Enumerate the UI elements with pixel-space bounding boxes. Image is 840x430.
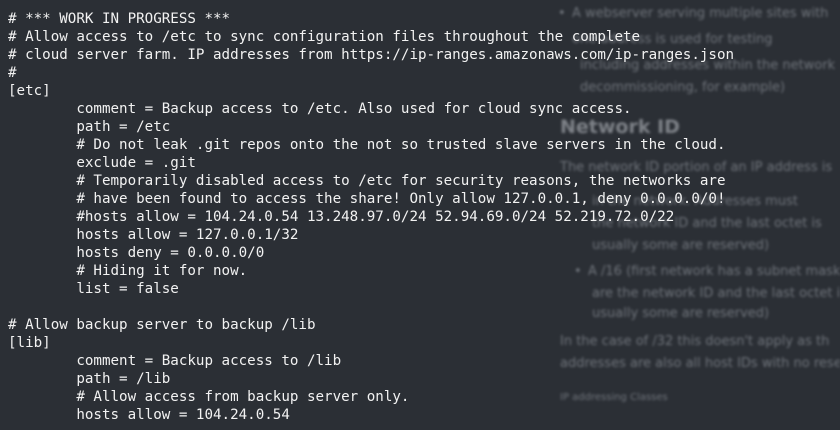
terminal-line: # Allow access from backup server only. — [8, 389, 410, 405]
terminal-line: exclude = .git — [8, 155, 196, 171]
terminal-line: [etc] — [8, 83, 51, 99]
terminal-line: comment = Backup access to /lib — [8, 353, 342, 369]
terminal-line: hosts allow = 127.0.0.1/32 — [8, 227, 299, 243]
terminal-line: # have been found to access the share! O… — [8, 191, 726, 207]
terminal-line: #hosts allow = 104.24.0.54 13.248.97.0/2… — [8, 209, 675, 225]
terminal-line: [lib] — [8, 335, 51, 351]
terminal-line: # Do not leak .git repos onto the not so… — [8, 137, 726, 153]
terminal-line: hosts deny = 0.0.0.0/0 — [8, 245, 265, 261]
terminal-line: # Temporarily disabled access to /etc fo… — [8, 173, 726, 189]
terminal-output[interactable]: # *** WORK IN PROGRESS *** # Allow access… — [8, 10, 734, 424]
terminal-line: path = /etc — [8, 119, 171, 135]
terminal-line: # Allow backup server to backup /lib — [8, 317, 316, 333]
terminal-line: # cloud server farm. IP addresses from h… — [8, 47, 735, 63]
terminal-line: # Allow access to /etc to sync configura… — [8, 29, 641, 45]
terminal-line: path = /lib — [8, 371, 171, 387]
terminal-line: # Hiding it for now. — [8, 263, 248, 279]
terminal-line: comment = Backup access to /etc. Also us… — [8, 101, 632, 117]
terminal-line: # — [8, 65, 17, 81]
terminal-line: # *** WORK IN PROGRESS *** — [8, 11, 231, 27]
terminal-line: list = false — [8, 281, 179, 297]
terminal-line: hosts allow = 104.24.0.54 — [8, 407, 290, 423]
